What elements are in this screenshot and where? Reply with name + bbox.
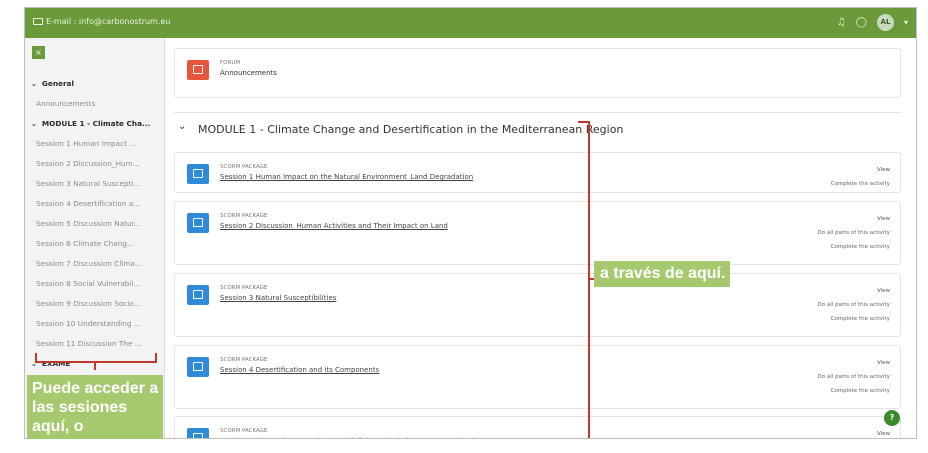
activity-completion: View Do all parts of this activity Complet… — [817, 356, 890, 398]
view-link[interactable]: View — [817, 212, 890, 226]
annotation-bracket-main — [578, 121, 590, 438]
activity-completion: View Complete the activity — [831, 163, 890, 191]
activity-name[interactable]: Announcements — [220, 69, 277, 77]
sidebar-item-label: Session 9 Discussion Socio... — [36, 299, 141, 308]
chevron-down-icon[interactable]: ▾ — [904, 18, 908, 27]
sidebar-item[interactable]: Session 6 Climate Chang... — [25, 234, 165, 254]
sidebar-item-label: Announcements — [36, 99, 96, 108]
scorm-package-icon — [187, 428, 209, 438]
forum-icon — [187, 60, 209, 80]
sidebar-item[interactable]: Session 9 Discussion Socio... — [25, 294, 165, 314]
activity-type: SCORM PACKAGE — [220, 357, 268, 363]
top-navbar: E-mail : info@carbonostrum.eu ♫ ◯ AL ▾ — [25, 8, 916, 38]
scorm-package-icon — [187, 357, 209, 377]
contact-email-text: E-mail : info@carbonostrum.eu — [46, 17, 171, 26]
sidebar-item[interactable]: Session 1 Human Impact ... — [25, 134, 165, 154]
chat-icon[interactable]: ◯ — [856, 17, 867, 28]
user-menu: ♫ ◯ AL ▾ — [837, 14, 908, 31]
scorm-activity[interactable]: SCORM PACKAGE Session 5 Discussion Natura… — [174, 416, 901, 438]
sidebar-item[interactable]: Session 7 Discussion Clima... — [25, 254, 165, 274]
sidebar-section-header[interactable]: ⌄ MODULE 1 - Climate Cha... — [25, 114, 165, 134]
close-sidebar-button[interactable]: × — [32, 46, 45, 59]
completion-requirement: Do all parts of this activity — [817, 230, 890, 236]
sidebar-item-label: Session 3 Natural Suscepti... — [36, 179, 141, 188]
view-link[interactable]: View — [817, 356, 890, 370]
scorm-activity[interactable]: SCORM PACKAGE Session 2 Discussion_Human … — [174, 201, 901, 265]
chevron-down-icon[interactable]: ⌄ — [31, 114, 37, 134]
completion-requirement: Complete the activity — [830, 181, 890, 187]
completion-requirement: Complete the activity — [830, 244, 890, 250]
sidebar-item-label: Session 8 Social Vulnerabil... — [36, 279, 141, 288]
sidebar-item-label: Session 7 Discussion Clima... — [36, 259, 142, 268]
sidebar-item[interactable]: Session 5 Discussion Natur... — [25, 214, 165, 234]
scorm-package-icon — [187, 213, 209, 233]
activity-completion: View Do all parts of this activity Complet… — [817, 284, 890, 326]
course-index-list: ⌄ General Announcements ⌄ MODULE 1 - Climate… — [25, 74, 165, 374]
activity-name[interactable]: Session 5 Discussion Natural Susceptibil… — [220, 437, 489, 438]
sidebar-item-label: General — [41, 79, 74, 88]
sidebar-item[interactable]: Session 2 Discussion_Hum... — [25, 154, 165, 174]
completion-requirement: Complete the activity — [830, 316, 890, 322]
activity-completion: View — [877, 427, 890, 438]
sidebar-item[interactable]: Session 11 Discussion The ... — [25, 334, 165, 354]
scorm-package-icon — [187, 285, 209, 305]
module-header[interactable]: ⌄ MODULE 1 - Climate Change and Desertif… — [174, 112, 901, 142]
envelope-icon — [33, 18, 43, 25]
activity-type: SCORM PACKAGE — [220, 164, 268, 170]
scorm-activity[interactable]: SCORM PACKAGE Session 3 Natural Susceptib… — [174, 273, 901, 337]
view-link[interactable]: View — [831, 163, 890, 177]
sidebar-section-header[interactable]: ⌄ General — [25, 74, 165, 94]
activity-type: SCORM PACKAGE — [220, 428, 268, 434]
module-title: MODULE 1 - Climate Change and Desertific… — [198, 123, 624, 136]
view-link[interactable]: View — [877, 427, 890, 438]
sidebar-item[interactable]: Session 3 Natural Suscepti... — [25, 174, 165, 194]
scorm-activity[interactable]: SCORM PACKAGE Session 4 Desertification a… — [174, 345, 901, 409]
completion-requirement: Do all parts of this activity — [817, 374, 890, 380]
sidebar-item[interactable]: Announcements — [25, 94, 165, 114]
sidebar-item-label: Session 2 Discussion_Hum... — [36, 159, 140, 168]
help-button[interactable]: ? — [884, 410, 900, 426]
chevron-down-icon[interactable]: ⌄ — [178, 121, 186, 132]
sidebar-item-label: Session 6 Climate Chang... — [36, 239, 134, 248]
callout-sidebar-line1: Puede acceder a — [32, 380, 159, 397]
avatar[interactable]: AL — [876, 14, 894, 31]
sidebar-item[interactable]: Session 4 Desertification a... — [25, 194, 165, 214]
scorm-package-icon — [187, 164, 209, 184]
activity-name[interactable]: Session 3 Natural Susceptibilities — [220, 294, 336, 302]
sidebar-item-label: Session 1 Human Impact ... — [36, 139, 137, 148]
completion-requirement: Complete the activity — [830, 388, 890, 394]
sidebar-item[interactable]: Session 10 Understanding ... — [25, 314, 165, 334]
view-link[interactable]: View — [817, 284, 890, 298]
callout-sidebar: Puede acceder a las sesiones aquí, o — [27, 375, 163, 439]
annotation-bracket-sidebar — [35, 353, 157, 363]
activity-completion: View Do all parts of this activity Complet… — [817, 212, 890, 254]
forum-activity[interactable]: FORUM Announcements — [174, 48, 901, 98]
completion-requirement: Do all parts of this activity — [817, 302, 890, 308]
sidebar-item-label: MODULE 1 - Climate Cha... — [41, 119, 151, 128]
callout-sidebar-line2: las sesiones aquí, o — [32, 399, 128, 435]
activity-type: SCORM PACKAGE — [220, 285, 268, 291]
activity-type: SCORM PACKAGE — [220, 213, 268, 219]
sidebar-item-label: Session 10 Understanding ... — [36, 319, 141, 328]
callout-main: a través de aquí. — [594, 261, 730, 287]
sidebar-item-label: Session 5 Discussion Natur... — [36, 219, 141, 228]
contact-email[interactable]: E-mail : info@carbonostrum.eu — [33, 17, 170, 26]
course-content: FORUM Announcements ⌄ MODULE 1 - Climate… — [166, 38, 916, 438]
activity-name[interactable]: Session 2 Discussion_Human Activities an… — [220, 222, 448, 230]
annotation-bracket-tick — [94, 363, 96, 370]
activity-name[interactable]: Session 1 Human Impact on the Natural En… — [220, 173, 473, 181]
activity-type: FORUM — [220, 60, 241, 66]
chevron-down-icon[interactable]: ⌄ — [31, 74, 37, 94]
sidebar-item[interactable]: Session 8 Social Vulnerabil... — [25, 274, 165, 294]
sidebar-item-label: Session 11 Discussion The ... — [36, 339, 142, 348]
scorm-activity[interactable]: SCORM PACKAGE Session 1 Human Impact on t… — [174, 152, 901, 193]
sidebar-item-label: Session 4 Desertification a... — [36, 199, 141, 208]
bell-icon[interactable]: ♫ — [837, 17, 846, 28]
activity-name[interactable]: Session 4 Desertification and its Compon… — [220, 366, 379, 374]
